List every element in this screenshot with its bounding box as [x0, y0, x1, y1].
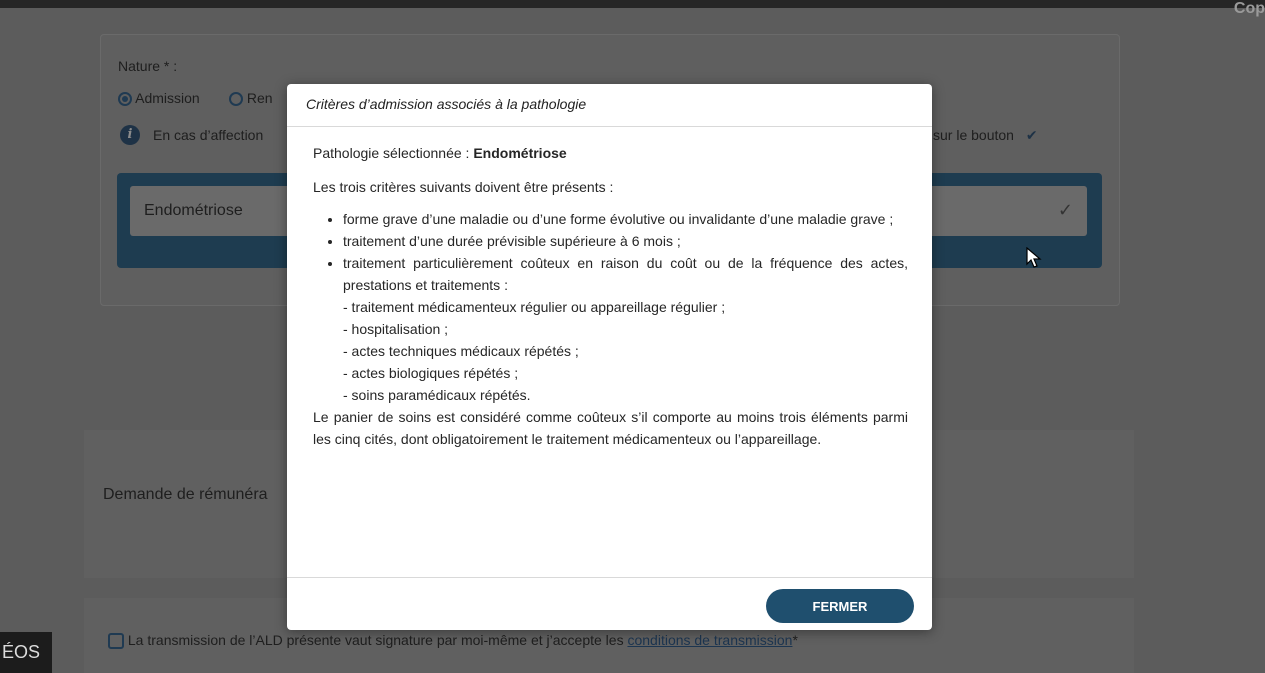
info-icon: i — [120, 125, 140, 145]
criterion-item: forme grave d’une maladie ou d’une forme… — [343, 208, 908, 230]
info-text: En cas d’affection — [153, 127, 264, 143]
criterion-item: traitement d’une durée prévisible supéri… — [343, 230, 908, 252]
selected-pathology: Pathologie sélectionnée : Endométriose — [313, 142, 908, 164]
criteria-list: forme grave d’une maladie ou d’une forme… — [313, 208, 908, 296]
selected-pathology-prefix: Pathologie sélectionnée : — [313, 145, 474, 161]
radio-renouvellement-label: Ren — [246, 90, 273, 106]
radio-admission-label: Admission — [135, 90, 200, 106]
criterion-subitem: - hospitalisation ; — [343, 321, 449, 337]
selected-pathology-value: Endométriose — [473, 145, 567, 161]
info-text-right: sur le bouton ✔ — [933, 127, 1038, 144]
videos-tab[interactable]: ÉOS — [0, 632, 52, 673]
conditions-link[interactable]: conditions de transmission — [627, 632, 792, 648]
radio-unselected-icon[interactable] — [229, 92, 243, 107]
required-asterisk: * — [792, 632, 798, 648]
pathology-value: Endométriose — [144, 202, 243, 219]
close-button[interactable]: FERMER — [766, 589, 914, 623]
nature-label: Nature * : — [118, 58, 178, 74]
criterion-item: traitement particulièrement coûteux en r… — [343, 252, 908, 296]
modal-body: Pathologie sélectionnée : Endométriose L… — [313, 142, 908, 450]
transmission-text: La transmission de l’ALD présente vaut s… — [127, 632, 624, 648]
transmission-checkbox[interactable] — [108, 633, 124, 650]
transmission-consent: La transmission de l’ALD présente vaut s… — [108, 632, 798, 650]
criterion-subitem: - actes biologiques répétés ; — [343, 365, 519, 381]
closing-paragraph: Le panier de soins est considéré comme c… — [313, 409, 908, 447]
checkmark-icon: ✔ — [1025, 127, 1038, 143]
corner-text: Cop — [1233, 0, 1265, 17]
info-text-right-label: sur le bouton — [933, 127, 1014, 143]
criterion-subitem: - traitement médicamenteux régulier ou a… — [343, 299, 726, 315]
criterion-subitem: - actes techniques médicaux répétés ; — [343, 343, 579, 359]
top-strip — [0, 0, 1265, 8]
radio-selected-icon[interactable] — [118, 92, 132, 107]
radio-renouvellement[interactable]: Ren — [229, 90, 273, 107]
admission-criteria-modal: Critères d’admission associés à la patho… — [287, 84, 932, 630]
check-icon: ✓ — [1057, 200, 1073, 220]
criteria-intro: Les trois critères suivants doivent être… — [313, 179, 614, 195]
criterion-subitem: - soins paramédicaux répétés. — [343, 387, 531, 403]
modal-header: Critères d’admission associés à la patho… — [287, 84, 932, 127]
modal-footer: FERMER — [287, 577, 932, 630]
radio-admission[interactable]: Admission — [118, 90, 200, 107]
mouse-cursor-icon — [1026, 247, 1042, 268]
demande-label: Demande de rémunéra — [103, 486, 268, 503]
modal-title: Critères d’admission associés à la patho… — [306, 96, 587, 112]
